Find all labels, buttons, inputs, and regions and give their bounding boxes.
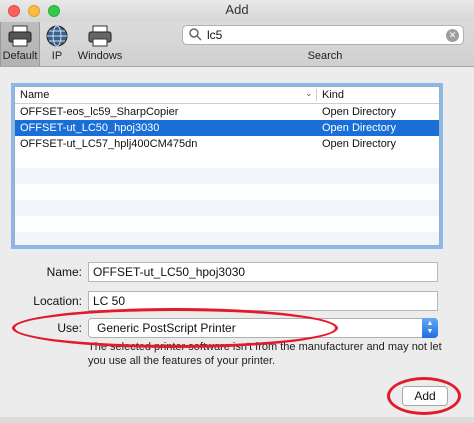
column-separator: [316, 89, 317, 101]
list-item[interactable]: OFFSET-ut_LC57_hplj400CM475dn Open Direc…: [15, 136, 439, 152]
printer-kind: Open Directory: [322, 106, 396, 118]
empty-row: [15, 200, 439, 216]
empty-row: [15, 168, 439, 184]
zoom-button[interactable]: [48, 5, 60, 17]
clear-search-icon[interactable]: ✕: [446, 29, 459, 42]
printer-icon: [76, 22, 124, 50]
printer-list[interactable]: Name ⌄ Kind OFFSET-eos_lc59_SharpCopier …: [14, 86, 440, 246]
search-input[interactable]: lc5: [207, 28, 222, 42]
window-title: Add: [225, 2, 249, 17]
window-bottom-edge: [0, 417, 474, 423]
search-icon: [189, 28, 202, 44]
globe-icon: [40, 22, 74, 50]
name-field[interactable]: OFFSET-ut_LC50_hpoj3030: [88, 262, 438, 282]
list-item-selected[interactable]: OFFSET-ut_LC50_hpoj3030 Open Directory: [15, 120, 439, 136]
close-button[interactable]: [8, 5, 20, 17]
toolbar-default[interactable]: Default: [0, 22, 40, 66]
toolbar-windows-label: Windows: [77, 50, 123, 62]
list-item[interactable]: OFFSET-eos_lc59_SharpCopier Open Directo…: [15, 104, 439, 120]
title-bar: Add: [0, 0, 474, 22]
column-name[interactable]: Name: [20, 89, 49, 101]
minimize-button[interactable]: [28, 5, 40, 17]
toolbar-ip-label: IP: [51, 50, 63, 62]
search-label: Search: [307, 50, 343, 62]
toolbar-windows[interactable]: Windows: [76, 22, 124, 66]
toolbar-ip[interactable]: IP: [40, 22, 74, 66]
printer-default-icon: [1, 22, 39, 50]
printer-name: OFFSET-ut_LC50_hpoj3030: [20, 122, 160, 134]
annotation-circle: [387, 377, 461, 415]
updown-chevron-icon: ▲ ▼: [422, 318, 438, 338]
search-field[interactable]: lc5 ✕: [182, 25, 464, 45]
printer-kind: Open Directory: [322, 138, 396, 150]
annotation-circle: [12, 308, 338, 348]
column-kind[interactable]: Kind: [322, 89, 344, 101]
printer-kind: Open Directory: [322, 122, 396, 134]
name-label: Name:: [46, 265, 82, 279]
empty-row: [15, 232, 439, 245]
location-label: Location:: [33, 294, 82, 308]
printer-name: OFFSET-eos_lc59_SharpCopier: [20, 106, 179, 118]
printer-name: OFFSET-ut_LC57_hplj400CM475dn: [20, 138, 198, 150]
list-header: Name ⌄ Kind: [15, 87, 439, 104]
toolbar-default-label: Default: [2, 50, 38, 62]
sort-chevron-icon: ⌄: [305, 88, 313, 98]
